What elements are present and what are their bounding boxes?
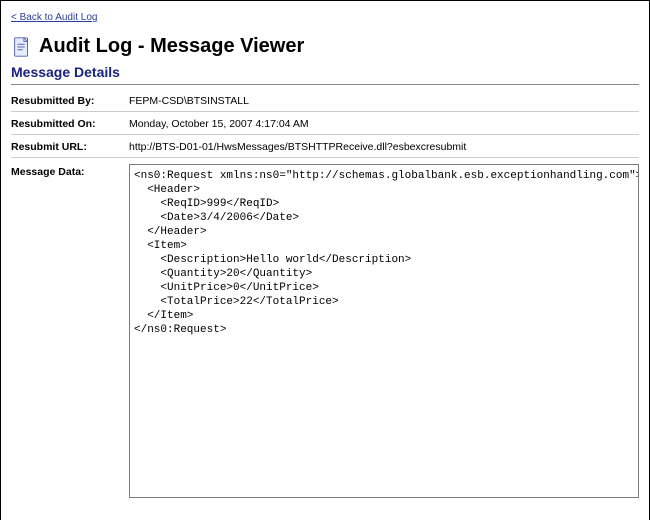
value-resubmitted-on: Monday, October 15, 2007 4:17:04 AM	[129, 118, 639, 130]
row-message-data: Message Data:	[11, 158, 639, 501]
label-resubmitted-by: Resubmitted By:	[11, 95, 129, 107]
value-resubmitted-by: FEPM-CSD\BTSINSTALL	[129, 95, 639, 107]
row-resubmitted-by: Resubmitted By: FEPM-CSD\BTSINSTALL	[11, 89, 639, 112]
back-to-audit-log-link[interactable]: < Back to Audit Log	[11, 12, 97, 23]
message-data-wrap	[129, 164, 639, 501]
message-data-textarea[interactable]	[129, 164, 639, 498]
value-resubmit-url: http://BTS-D01-01/HwsMessages/BTSHTTPRec…	[129, 141, 639, 153]
title-row: Audit Log - Message Viewer	[11, 35, 639, 58]
page-title: Audit Log - Message Viewer	[39, 35, 304, 58]
label-message-data: Message Data:	[11, 164, 129, 178]
section-title: Message Details	[11, 64, 639, 85]
row-resubmit-url: Resubmit URL: http://BTS-D01-01/HwsMessa…	[11, 135, 639, 158]
document-icon	[11, 36, 33, 58]
label-resubmit-url: Resubmit URL:	[11, 141, 129, 153]
viewer-frame: < Back to Audit Log Audit Log - Message …	[0, 0, 650, 520]
row-resubmitted-on: Resubmitted On: Monday, October 15, 2007…	[11, 112, 639, 135]
label-resubmitted-on: Resubmitted On:	[11, 118, 129, 130]
